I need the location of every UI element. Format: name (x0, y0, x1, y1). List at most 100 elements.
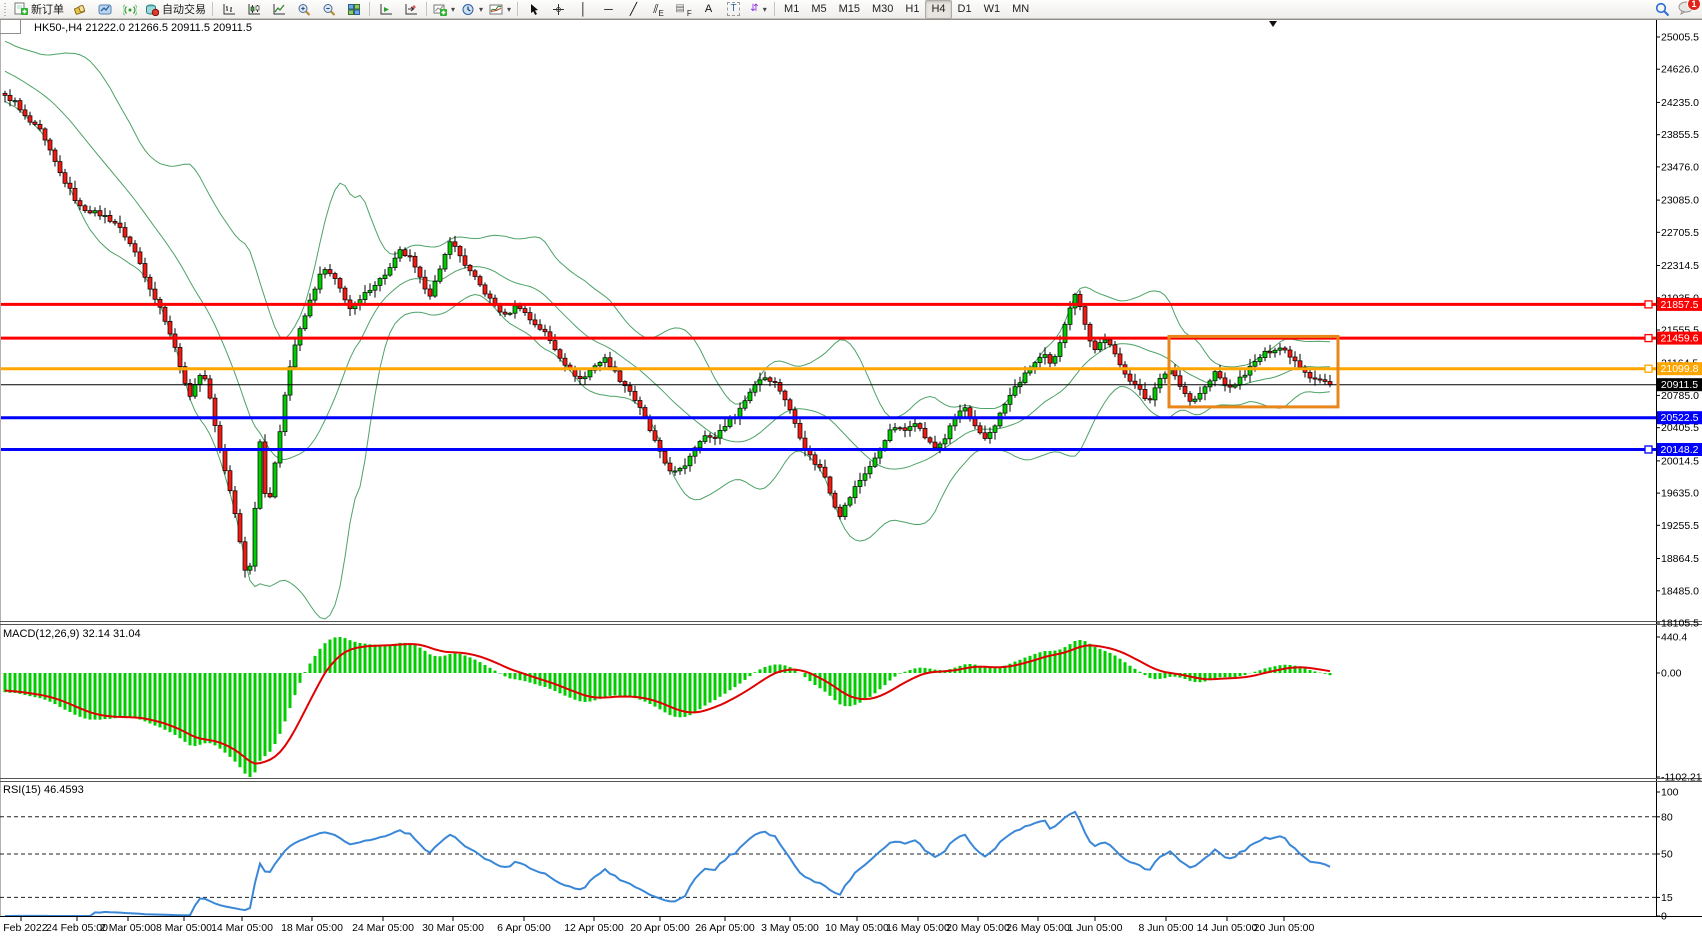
zoom-in-icon (297, 3, 311, 16)
time-tick-label: 26 May 05:00 (1006, 922, 1070, 934)
timeframe-m15[interactable]: M15 (833, 0, 866, 19)
rsi-label: RSI(15) 46.4593 (3, 784, 84, 796)
timeframe-m5[interactable]: M5 (805, 0, 832, 19)
indicators-icon (489, 3, 503, 16)
timeframe-m30[interactable]: M30 (866, 0, 899, 19)
timeframe-h4[interactable]: H4 (925, 0, 951, 19)
autotrading-button[interactable]: 自动交易 (142, 0, 209, 19)
time-tick-label: 8 Feb 2022 (0, 922, 48, 934)
price-tick-label: 20014.5 (1661, 455, 1699, 467)
arrows-button[interactable]: ⇵ ▾ (746, 0, 771, 19)
eraser-icon (73, 3, 87, 16)
svg-text:21099.8: 21099.8 (1661, 363, 1699, 375)
chart-canvas[interactable]: HK50-,H4 21222.0 21266.5 20911.5 20911.5… (0, 0, 1702, 938)
price-label-21099.8: 21099.8 (1657, 362, 1702, 375)
price-label-21857.5: 21857.5 (1657, 298, 1702, 311)
new-order-icon (14, 2, 28, 16)
timeframe-mn[interactable]: MN (1006, 0, 1035, 19)
timeframe-d1[interactable]: D1 (952, 0, 978, 19)
time-tick-label: 1 Jun 05:00 (1068, 922, 1123, 934)
toolbar-grip[interactable] (4, 3, 9, 16)
price-label-21459.6: 21459.6 (1657, 332, 1702, 345)
fibo-expansion-letter: F (687, 9, 692, 18)
text-label-button[interactable]: T (721, 0, 746, 19)
line-chart-type-button[interactable] (266, 0, 291, 19)
dropdown-caret: ▾ (479, 5, 483, 14)
timeframe-group: M1M5M15M30H1H4D1W1MN (778, 0, 1035, 19)
periods-button[interactable]: ▾ (458, 0, 486, 19)
price-label-20522.5: 20522.5 (1657, 411, 1702, 424)
crosshair-button[interactable] (546, 0, 571, 19)
dropdown-caret: ▾ (451, 5, 455, 14)
search-icon[interactable] (1655, 2, 1670, 17)
timeframe-m1[interactable]: M1 (778, 0, 805, 19)
price-tick-label: 22705.5 (1661, 227, 1699, 239)
price-tick-label: 23476.0 (1661, 161, 1699, 173)
text-tool-button[interactable]: A (696, 0, 721, 19)
signal-button[interactable] (117, 0, 142, 19)
main-toolbar: 新订单 自动交易 (0, 0, 1702, 19)
time-tick-label: 18 Mar 05:00 (281, 922, 343, 934)
signal-icon (123, 3, 137, 16)
bar-chart-type-button[interactable] (216, 0, 241, 19)
price-tick-label: 23855.5 (1661, 129, 1699, 141)
notification-badge: 1 (1687, 0, 1701, 11)
indicators-button[interactable]: ▾ (486, 0, 514, 19)
time-tick-label: 24 Mar 05:00 (352, 922, 414, 934)
zoom-out-icon (322, 3, 336, 16)
macd-axis-label: -1102.21 (1661, 772, 1702, 784)
clock-icon (461, 3, 475, 16)
horizontal-line-button[interactable]: ─ (596, 0, 621, 19)
text-tool-icon: A (705, 3, 712, 15)
fibo-retracement-icon: ⫽ (653, 3, 656, 15)
price-tick-label: 18105.5 (1661, 618, 1699, 630)
time-tick-label: 20 Apr 05:00 (630, 922, 690, 934)
toolbar-separator (212, 2, 213, 16)
toolbar-separator (774, 2, 775, 16)
price-tick-label: 24235.0 (1661, 97, 1699, 109)
zoom-out-button[interactable] (316, 0, 341, 19)
time-tick-label: 12 Apr 05:00 (564, 922, 624, 934)
time-tick-label: 3 May 05:00 (761, 922, 819, 934)
auto-scroll-button[interactable] (373, 0, 398, 19)
chat-button[interactable]: 1 (1678, 1, 1694, 18)
new-order-button[interactable]: 新订单 (11, 0, 67, 19)
price-label-20911.5: 20911.5 (1657, 378, 1702, 391)
price-label-20148.2: 20148.2 (1657, 443, 1702, 456)
autotrading-label: 自动交易 (162, 1, 206, 17)
toolbar-separator (426, 2, 427, 16)
trendline-button[interactable]: ╱ (621, 0, 646, 19)
chart-shift-button[interactable] (398, 0, 423, 19)
toolbar-right-cluster: 1 (1655, 1, 1700, 18)
chart-shift-icon (404, 3, 418, 16)
svg-text:20148.2: 20148.2 (1661, 444, 1699, 456)
market-watch-button[interactable] (92, 0, 117, 19)
fibo-retracement-button[interactable]: ⫽ E (646, 0, 671, 19)
new-chart-button[interactable]: ▾ (430, 0, 458, 19)
autotrading-icon (145, 3, 159, 16)
vertical-line-button[interactable]: │ (571, 0, 596, 19)
macd-axis-label: 440.4 (1661, 632, 1687, 644)
vertical-line-icon: │ (580, 3, 588, 15)
crosshair-icon (552, 3, 565, 16)
macd-axis-label: 0.00 (1661, 668, 1682, 680)
dropdown-caret: ▾ (763, 5, 767, 14)
text-label-icon: T (727, 2, 739, 16)
arrows-icon: ⇵ (750, 3, 758, 15)
tile-windows-icon (347, 3, 361, 16)
zoom-in-button[interactable] (291, 0, 316, 19)
time-tick-label: 20 May 05:00 (946, 922, 1010, 934)
price-tick-label: 25005.5 (1661, 32, 1699, 44)
fibo-expansion-button[interactable]: ▤ F (671, 0, 696, 19)
tile-windows-button[interactable] (341, 0, 366, 19)
candlestick-type-button[interactable] (241, 0, 266, 19)
eraser-button[interactable] (67, 0, 92, 19)
chart-title: HK50-,H4 21222.0 21266.5 20911.5 20911.5 (34, 22, 252, 34)
rsi-axis-label: 50 (1661, 849, 1673, 861)
price-tick-label: 23085.0 (1661, 195, 1699, 207)
timeframe-h1[interactable]: H1 (899, 0, 925, 19)
horizontal-line-icon: ─ (604, 3, 613, 15)
cursor-button[interactable] (521, 0, 546, 19)
timeframe-w1[interactable]: W1 (978, 0, 1007, 19)
time-tick-label: 14 Mar 05:00 (211, 922, 273, 934)
